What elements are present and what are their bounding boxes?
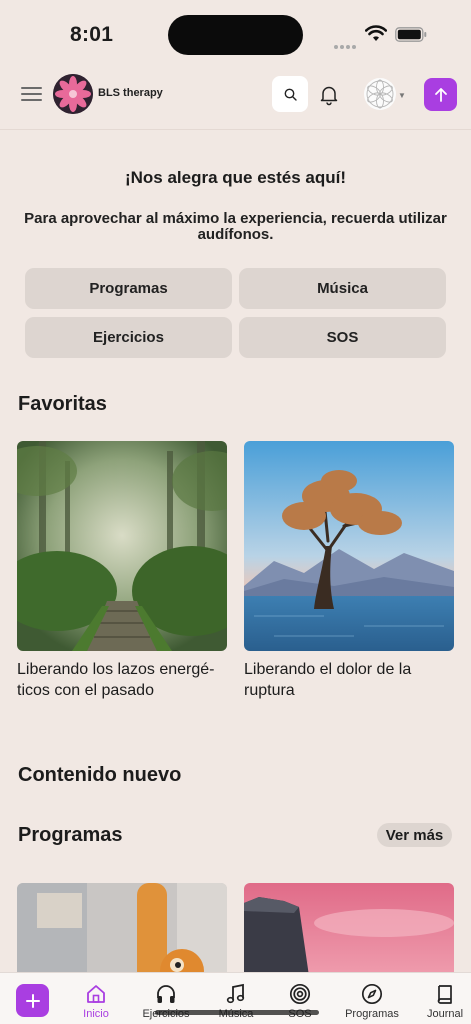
mandala-avatar-icon [364,78,396,110]
headphones-icon [157,985,175,1003]
lotus-logo-icon[interactable] [53,74,93,114]
card-title-line: Liberando el dolor de la [244,661,412,678]
add-button[interactable] [16,984,49,1017]
headphones-tip: Para aprovechar al máximo la experiencia… [24,210,447,243]
profile-avatar[interactable] [364,78,396,110]
battery-icon [395,27,427,42]
favorite-card[interactable]: Liberando los lazos energé- ticos con el… [17,441,227,701]
forest-path-image [17,441,227,651]
musica-button[interactable]: Música [239,268,446,309]
arrow-up-icon [434,87,447,102]
app-header: BLS therapy ▼ [0,62,471,130]
target-icon [289,983,311,1005]
status-time: 8:01 [70,23,114,46]
status-bar: 8:01 [0,0,471,62]
tab-journal[interactable]: Journal [412,983,471,1020]
brand-name: BLS therapy [98,87,163,99]
card-title: Liberando el dolor de la ruptura [244,659,454,701]
lake-tree-image [244,441,454,651]
card-title-line: ruptura [244,682,295,699]
card-title-line: ticos con el pasado [17,682,154,699]
welcome-title: ¡Nos alegra que estés aquí! [124,168,347,187]
favoritas-heading: Favoritas [18,393,107,415]
favorite-card[interactable]: Liberando el dolor de la ruptura [244,441,454,701]
tab-label: Programas [345,1008,399,1020]
tab-label: Journal [426,1008,464,1020]
ejercicios-button[interactable]: Ejercicios [25,317,232,358]
program-card-image[interactable] [17,883,227,983]
card-title-line: Liberando los lazos energé- [17,661,215,678]
see-more-button[interactable]: Ver más [377,823,452,847]
programas-button[interactable]: Programas [25,268,232,309]
tab-inicio[interactable]: Inicio [63,983,129,1020]
bell-icon[interactable] [318,84,340,106]
book-icon [437,985,452,1004]
home-icon [87,985,105,1003]
contenido-nuevo-heading: Contenido nuevo [18,764,182,786]
search-button[interactable] [272,76,308,112]
wifi-icon [365,25,387,41]
chevron-down-icon[interactable]: ▼ [398,91,406,100]
music-note-icon [226,983,245,1004]
sos-button[interactable]: SOS [239,317,446,358]
hamburger-menu-icon[interactable] [21,87,42,103]
compass-icon [361,983,383,1005]
bottom-tab-bar: Inicio Ejercicios Música S [0,972,471,1024]
programas-heading: Programas [18,824,123,846]
program-card-image[interactable] [244,883,454,983]
card-title: Liberando los lazos energé- ticos con el… [17,659,227,701]
app-screen: 8:01 BLS therapy ▼ ¡Nos alegra que estés… [0,0,471,1024]
tab-label: Inicio [83,1008,109,1020]
search-icon [284,88,297,101]
signal-icon [334,36,358,49]
tab-programas[interactable]: Programas [339,983,405,1020]
home-indicator [155,1010,319,1015]
dynamic-island [168,15,303,55]
upload-button[interactable] [424,78,457,111]
plus-icon [25,993,40,1008]
